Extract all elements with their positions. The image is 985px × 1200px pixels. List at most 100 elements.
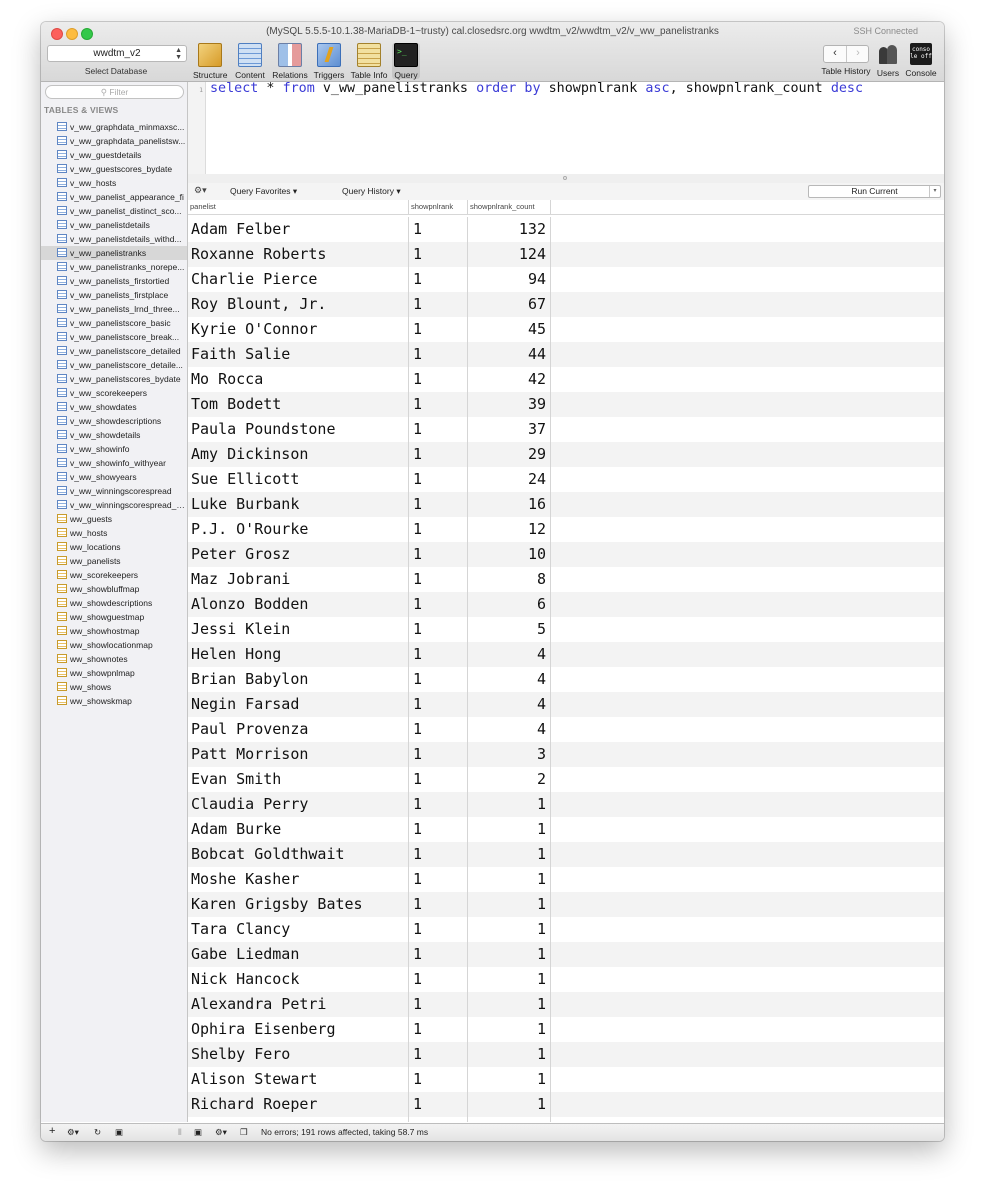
table-row[interactable]: Peter Grosz 1 10 — [188, 542, 944, 567]
cell-showpnlrank-count[interactable]: 1 — [468, 942, 551, 967]
table-row[interactable]: Sue Ellicott 1 24 — [188, 467, 944, 492]
cell-showpnlrank[interactable]: 1 — [409, 767, 468, 792]
cell-showpnlrank-count[interactable]: 12 — [468, 517, 551, 542]
query-button[interactable]: Query — [392, 43, 420, 80]
cell-panelist[interactable]: Moshe Kasher — [188, 867, 409, 892]
cell-showpnlrank-count[interactable]: 1 — [468, 992, 551, 1017]
cell-panelist[interactable]: Shelby Fero — [188, 1042, 409, 1067]
table-row[interactable]: Jessi Klein 1 5 — [188, 617, 944, 642]
table-row[interactable]: Ophira Eisenberg 1 1 — [188, 1017, 944, 1042]
cell-showpnlrank-count[interactable]: 1 — [468, 867, 551, 892]
cell-showpnlrank[interactable]: 1 — [409, 817, 468, 842]
cell-panelist[interactable]: Richard Roeper — [188, 1092, 409, 1117]
cell-showpnlrank[interactable]: 1 — [409, 392, 468, 417]
query-editor[interactable]: 1 select * from v_ww_panelistranks order… — [188, 82, 944, 175]
cell-showpnlrank-count[interactable]: 4 — [468, 642, 551, 667]
table-row[interactable]: Bim Adewunmi11 — [188, 1117, 944, 1122]
cell-showpnlrank-count[interactable]: 67 — [468, 292, 551, 317]
table-row[interactable]: Alexandra Petri 1 1 — [188, 992, 944, 1017]
sidebar-item[interactable]: v_ww_showdescriptions — [41, 414, 187, 428]
table-row[interactable]: Helen Hong 1 4 — [188, 642, 944, 667]
cell-showpnlrank-count[interactable]: 37 — [468, 417, 551, 442]
cell-showpnlrank-count[interactable]: 1 — [468, 1117, 551, 1122]
table-row[interactable]: Mo Rocca 1 42 — [188, 367, 944, 392]
triggers-button[interactable]: Triggers — [311, 43, 347, 80]
cell-panelist[interactable]: Faith Salie — [188, 342, 409, 367]
cell-showpnlrank-count[interactable]: 1 — [468, 792, 551, 817]
cell-panelist[interactable]: Nick Hancock — [188, 967, 409, 992]
table-row[interactable]: P.J. O'Rourke 1 12 — [188, 517, 944, 542]
cell-panelist[interactable]: Sue Ellicott — [188, 467, 409, 492]
cell-showpnlrank[interactable]: 1 — [409, 242, 468, 267]
cell-showpnlrank-count[interactable]: 1 — [468, 817, 551, 842]
table-row[interactable]: Moshe Kasher 1 1 — [188, 867, 944, 892]
cell-showpnlrank-count[interactable]: 1 — [468, 1092, 551, 1117]
table-row[interactable]: Amy Dickinson 1 29 — [188, 442, 944, 467]
sidebar-item[interactable]: v_ww_guestdetails — [41, 148, 187, 162]
cell-panelist[interactable]: Alonzo Bodden — [188, 592, 409, 617]
cell-panelist[interactable]: Peter Grosz — [188, 542, 409, 567]
cell-showpnlrank[interactable]: 1 — [409, 1117, 468, 1122]
column-header-showpnlrank[interactable]: showpnlrank — [409, 200, 468, 214]
cell-panelist[interactable]: Maz Jobrani — [188, 567, 409, 592]
cell-panelist[interactable]: Patt Morrison — [188, 742, 409, 767]
sidebar-item[interactable]: v_ww_showdates — [41, 400, 187, 414]
cell-panelist[interactable]: Roxanne Roberts — [188, 242, 409, 267]
results-gear-icon[interactable]: ⚙▾ — [215, 1127, 227, 1138]
cell-showpnlrank[interactable]: 1 — [409, 442, 468, 467]
sidebar-item[interactable]: v_ww_showdetails — [41, 428, 187, 442]
cell-panelist[interactable]: Paul Provenza — [188, 717, 409, 742]
table-row[interactable]: Tara Clancy 1 1 — [188, 917, 944, 942]
cell-panelist[interactable]: Amy Dickinson — [188, 442, 409, 467]
sidebar-item[interactable]: ww_locations — [41, 540, 187, 554]
sidebar-item[interactable]: ww_hosts — [41, 526, 187, 540]
query-favorites-menu[interactable]: Query Favorites ▾ — [230, 186, 297, 197]
cell-showpnlrank-count[interactable]: 6 — [468, 592, 551, 617]
sidebar-item[interactable]: ww_scorekeepers — [41, 568, 187, 582]
cell-showpnlrank[interactable]: 1 — [409, 267, 468, 292]
cell-panelist[interactable]: Alexandra Petri — [188, 992, 409, 1017]
sidebar-item[interactable]: v_ww_winningscorespread — [41, 484, 187, 498]
table-row[interactable]: Richard Roeper 1 1 — [188, 1092, 944, 1117]
cell-showpnlrank-count[interactable]: 94 — [468, 267, 551, 292]
cell-showpnlrank[interactable]: 1 — [409, 367, 468, 392]
sidebar-item[interactable]: v_ww_panelists_lrnd_three... — [41, 302, 187, 316]
cell-panelist[interactable]: Bim Adewunmi — [188, 1117, 409, 1122]
cell-panelist[interactable]: Negin Farsad — [188, 692, 409, 717]
copy-icon[interactable]: ❐ — [240, 1127, 248, 1138]
cell-panelist[interactable]: Charlie Pierce — [188, 267, 409, 292]
column-header-showpnlrank-count[interactable]: showpnlrank_count — [468, 200, 551, 214]
cell-showpnlrank[interactable]: 1 — [409, 867, 468, 892]
cell-showpnlrank[interactable]: 1 — [409, 742, 468, 767]
cell-panelist[interactable]: Jessi Klein — [188, 617, 409, 642]
sidebar-item[interactable]: v_ww_panelistdetails_withd... — [41, 232, 187, 246]
cell-showpnlrank-count[interactable]: 8 — [468, 567, 551, 592]
sidebar-item[interactable]: v_ww_graphdata_panelistsw... — [41, 134, 187, 148]
cell-showpnlrank[interactable]: 1 — [409, 1092, 468, 1117]
table-row[interactable]: Faith Salie 1 44 — [188, 342, 944, 367]
sidebar-item[interactable]: ww_panelists — [41, 554, 187, 568]
sidebar-item[interactable]: ww_showskmap — [41, 694, 187, 708]
table-row[interactable]: Alison Stewart 1 1 — [188, 1067, 944, 1092]
cell-panelist[interactable]: Roy Blount, Jr. — [188, 292, 409, 317]
cell-panelist[interactable]: Evan Smith — [188, 767, 409, 792]
cell-showpnlrank[interactable]: 1 — [409, 942, 468, 967]
sidebar-item[interactable]: ww_shows — [41, 680, 187, 694]
sql-text[interactable]: select * from v_ww_panelistranks order b… — [210, 82, 863, 96]
cell-showpnlrank[interactable]: 1 — [409, 417, 468, 442]
cell-showpnlrank[interactable]: 1 — [409, 717, 468, 742]
cell-panelist[interactable]: Tara Clancy — [188, 917, 409, 942]
sidebar-item[interactable]: v_ww_panelistranks_norepe... — [41, 260, 187, 274]
cell-showpnlrank-count[interactable]: 1 — [468, 1017, 551, 1042]
cell-panelist[interactable]: Adam Burke — [188, 817, 409, 842]
cell-showpnlrank[interactable]: 1 — [409, 467, 468, 492]
table-row[interactable]: Gabe Liedman 1 1 — [188, 942, 944, 967]
cell-panelist[interactable]: Helen Hong — [188, 642, 409, 667]
cell-showpnlrank[interactable]: 1 — [409, 217, 468, 242]
sidebar-item[interactable]: v_ww_winningscorespread_w... — [41, 498, 187, 512]
cell-showpnlrank-count[interactable]: 44 — [468, 342, 551, 367]
sidebar-item[interactable]: v_ww_showinfo_withyear — [41, 456, 187, 470]
table-row[interactable]: Maz Jobrani 1 8 — [188, 567, 944, 592]
table-row[interactable]: Shelby Fero 1 1 — [188, 1042, 944, 1067]
cell-showpnlrank-count[interactable]: 4 — [468, 692, 551, 717]
